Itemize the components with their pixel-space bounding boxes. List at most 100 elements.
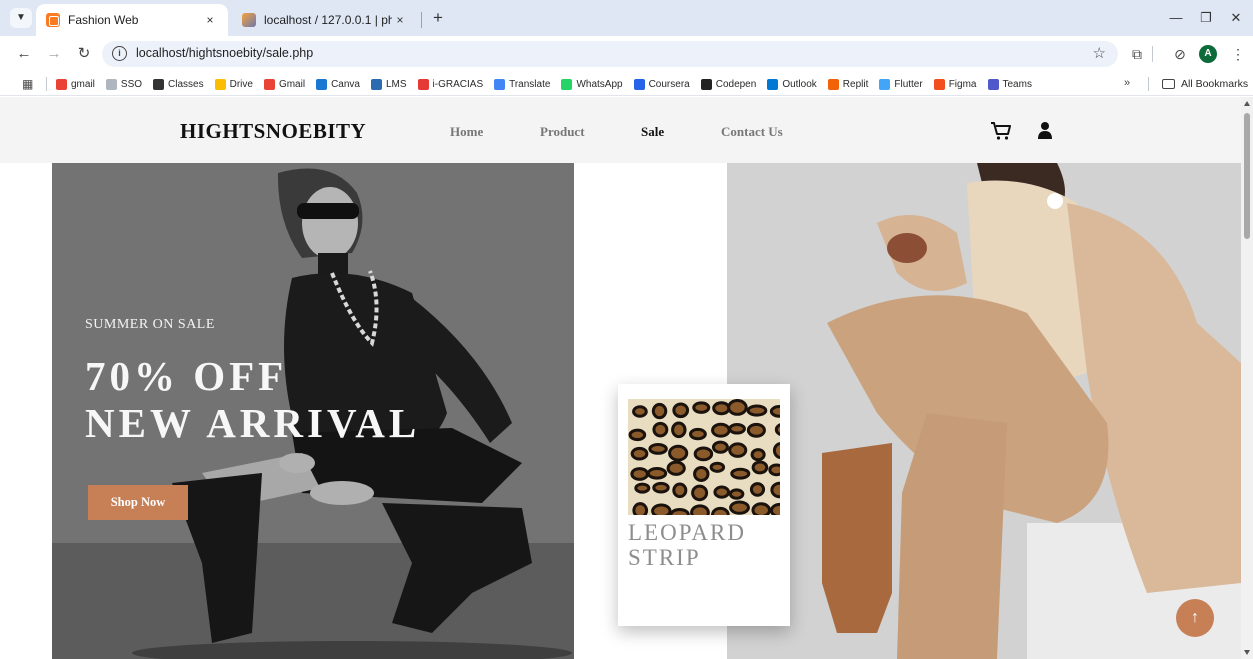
url-text[interactable]: localhost/hightsnoebity/sale.php	[136, 46, 313, 60]
tab-fashion-web[interactable]: Fashion Web ×	[36, 4, 228, 36]
scroll-down-arrow-icon[interactable]	[1244, 650, 1250, 655]
bookmark-item[interactable]: Figma	[933, 78, 977, 90]
leopard-spot	[728, 488, 745, 500]
bookmark-item[interactable]: Canva	[316, 78, 360, 90]
bookmark-favicon-icon	[633, 78, 645, 90]
bookmark-star-icon[interactable]: ☆	[1093, 44, 1106, 62]
bookmark-label: i-GRACIAS	[432, 78, 484, 90]
nav-sale[interactable]: Sale	[641, 124, 664, 140]
leopard-spot	[709, 461, 726, 473]
bookmark-label: Classes	[168, 78, 204, 90]
tab-close-icon[interactable]: ×	[202, 13, 218, 27]
bookmark-item[interactable]: Replit	[827, 78, 869, 90]
bookmark-item[interactable]: Teams	[987, 78, 1032, 90]
leopard-spot	[652, 481, 670, 494]
leopard-spot	[672, 482, 688, 499]
user-icon[interactable]	[1038, 120, 1052, 140]
tab-close-icon[interactable]: ×	[392, 13, 408, 27]
leopard-spot	[710, 506, 730, 515]
headline-line-1: 70% OFF	[85, 353, 288, 399]
leopard-spot	[646, 467, 668, 480]
bookmark-item[interactable]: Codepen	[700, 78, 757, 90]
reload-icon[interactable]: ↻	[74, 44, 94, 64]
back-to-top-button[interactable]: ↑	[1176, 599, 1214, 637]
bookmark-favicon-icon	[316, 78, 328, 90]
leopard-spot	[669, 507, 690, 515]
leopard-strip-card[interactable]: LEOPARD STRIP	[618, 384, 790, 626]
scroll-thumb[interactable]	[1244, 113, 1250, 239]
browser-tab-strip: ▼ Fashion Web × localhost / 127.0.0.1 | …	[0, 0, 1253, 36]
leopard-spot	[713, 485, 731, 499]
sale-kicker: SUMMER ON SALE	[85, 317, 215, 332]
tab-divider	[421, 12, 422, 28]
nav-contact-us[interactable]: Contact Us	[721, 124, 783, 140]
leopard-spot	[632, 405, 648, 418]
folder-icon	[1162, 79, 1175, 89]
new-tab-button[interactable]: +	[428, 8, 448, 28]
leopard-spot	[727, 399, 748, 416]
bookmark-label: Coursera	[648, 78, 690, 90]
leopard-spot	[711, 440, 729, 454]
nav-home[interactable]: Home	[450, 124, 483, 140]
leopard-spot	[652, 421, 669, 438]
bookmark-item[interactable]: Classes	[153, 78, 204, 90]
site-info-icon[interactable]: i	[112, 46, 127, 61]
performance-icon[interactable]: ⊘	[1170, 44, 1190, 64]
more-bookmarks-chevron[interactable]: »	[1124, 77, 1130, 89]
bookmark-favicon-icon	[987, 78, 999, 90]
leopard-spot	[693, 446, 714, 462]
scroll-up-arrow-icon[interactable]	[1244, 101, 1250, 106]
bookmark-item[interactable]: gmail	[56, 78, 95, 90]
close-window-icon[interactable]: ✕	[1221, 8, 1251, 28]
extensions-puzzle-icon[interactable]: ⧉	[1127, 44, 1147, 64]
bookmark-favicon-icon	[263, 78, 275, 90]
tab-phpmyadmin[interactable]: localhost / 127.0.0.1 | phpMyAd ×	[232, 4, 418, 36]
leopard-spot	[746, 422, 766, 438]
leopard-spot	[751, 502, 771, 515]
browser-menu-icon[interactable]: ⋮	[1228, 44, 1248, 64]
bookmark-label: Teams	[1002, 78, 1032, 90]
forward-arrow-icon[interactable]: →	[44, 44, 64, 64]
bookmark-favicon-icon	[417, 78, 429, 90]
all-bookmarks-label: All Bookmarks	[1181, 78, 1249, 90]
leopard-spot	[729, 500, 750, 515]
shop-now-button[interactable]: Shop Now	[88, 485, 188, 520]
hero-banner-left: SUMMER ON SALE 70% OFF NEW ARRIVAL Shop …	[52, 163, 574, 659]
bookmark-label: Codepen	[715, 78, 757, 90]
nav-product[interactable]: Product	[540, 124, 585, 140]
apps-grid-icon[interactable]: ▦	[22, 77, 36, 91]
bookmark-item[interactable]: Coursera	[633, 78, 690, 90]
back-arrow-icon[interactable]: ←	[14, 44, 34, 64]
bookmark-item[interactable]: i-GRACIAS	[417, 78, 484, 90]
page-scrollbar[interactable]	[1241, 97, 1253, 659]
restore-icon[interactable]: ❐	[1191, 8, 1221, 28]
bookmark-item[interactable]: SSO	[105, 78, 142, 90]
site-logo[interactable]: HIGHTSNOEBITY	[180, 119, 366, 144]
bookmark-item[interactable]: Gmail	[263, 78, 305, 90]
all-bookmarks-button[interactable]: All Bookmarks	[1162, 72, 1248, 96]
bookmark-favicon-icon	[933, 78, 945, 90]
bookmark-item[interactable]: Drive	[214, 78, 253, 90]
bookmark-label: Flutter	[894, 78, 923, 90]
bookmark-item[interactable]: WhatsApp	[561, 78, 623, 90]
leopard-spot	[691, 484, 709, 502]
bookmark-label: gmail	[71, 78, 95, 90]
bookmark-item[interactable]: LMS	[370, 78, 407, 90]
bookmark-item[interactable]: Outlook	[767, 78, 817, 90]
tab-search-chevron-icon[interactable]: ▼	[10, 8, 32, 28]
bookmarks-divider	[1148, 77, 1149, 91]
minimize-icon[interactable]: —	[1161, 8, 1191, 28]
leopard-spot	[751, 460, 769, 475]
leopard-spot	[728, 423, 746, 435]
leopard-spot	[651, 503, 672, 515]
bookmark-item[interactable]: Translate	[494, 78, 550, 90]
address-bar[interactable]: i localhost/hightsnoebity/sale.php ☆	[102, 41, 1118, 67]
bookmark-label: Replit	[842, 78, 869, 90]
bookmark-label: Outlook	[782, 78, 817, 90]
leopard-spot	[630, 446, 649, 461]
cart-icon[interactable]	[990, 121, 1012, 141]
bookmark-favicon-icon	[56, 78, 67, 90]
profile-avatar[interactable]: A	[1199, 45, 1217, 63]
bookmarks-bar: ▦ gmail SSO Classes Drive Gmail Canva LMS i-GRA…	[0, 72, 1253, 96]
bookmark-item[interactable]: Flutter	[879, 78, 923, 90]
